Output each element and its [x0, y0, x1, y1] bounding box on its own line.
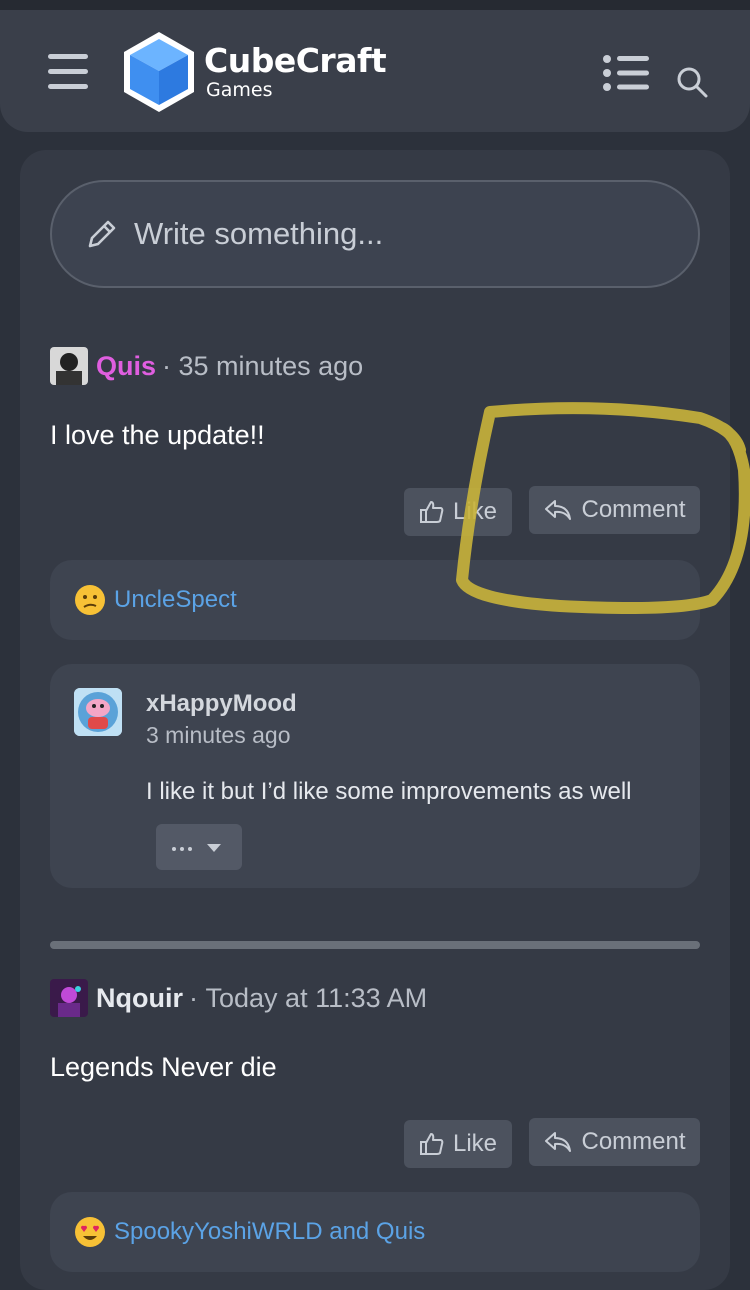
like-button[interactable]: Like: [404, 1120, 512, 1168]
post-time: · 35 minutes ago: [162, 350, 364, 381]
reaction-names[interactable]: UncleSpect: [114, 586, 237, 614]
cube-logo-icon[interactable]: [122, 30, 196, 114]
thumbs-up-icon: [419, 501, 444, 523]
reaction-bar: UncleSpect: [50, 560, 700, 640]
reply-author[interactable]: xHappyMood: [146, 690, 297, 718]
post-time-text: 35 minutes ago: [178, 350, 364, 381]
like-button[interactable]: Like: [404, 488, 512, 536]
brand-name: CubeCraft: [204, 41, 387, 80]
like-label: Like: [452, 498, 498, 525]
post-time: · Today at 11:33 AM: [189, 982, 428, 1013]
reply-box: xHappyMood 3 minutes ago I like it but I…: [50, 664, 700, 888]
reaction-bar: SpookyYoshiWRLD and Quis: [50, 1192, 700, 1272]
comment-button[interactable]: Comment: [529, 486, 700, 534]
post-author[interactable]: Nqouir: [96, 983, 183, 1014]
post-time-text: Today at 11:33 AM: [205, 982, 428, 1013]
app-header: CubeCraft Games: [0, 10, 750, 132]
list-icon[interactable]: [602, 54, 650, 94]
post-text: Legends Never die: [50, 1052, 277, 1082]
comment-label: Comment: [581, 1128, 686, 1155]
reaction-names[interactable]: SpookyYoshiWRLD and Quis: [114, 1218, 425, 1246]
brand[interactable]: CubeCraft Games: [204, 41, 387, 101]
comment-label: Comment: [581, 496, 686, 523]
confused-face-icon: [75, 585, 105, 615]
hamburger-icon[interactable]: [48, 54, 88, 90]
pencil-icon: [88, 220, 116, 248]
heart-eyes-face-icon: [75, 1217, 105, 1247]
more-options-button[interactable]: [156, 824, 242, 870]
more-dots-icon: [172, 844, 221, 852]
reply-text: I like it but I’d like some improvements…: [146, 778, 632, 805]
post-text: I love the update!!: [50, 420, 265, 450]
reply-icon: [545, 500, 572, 520]
status-strip: [0, 0, 750, 10]
post-author[interactable]: Quis: [96, 351, 156, 382]
brand-subtitle: Games: [206, 79, 273, 101]
reply-time: 3 minutes ago: [146, 722, 291, 748]
post-composer[interactable]: Write something...: [50, 180, 700, 288]
search-icon[interactable]: [676, 66, 708, 98]
post-divider: [50, 941, 700, 949]
post-header: Quis · 35 minutes ago: [50, 346, 363, 386]
reply-icon: [545, 1132, 572, 1152]
comment-button[interactable]: Comment: [529, 1118, 700, 1166]
avatar[interactable]: [50, 979, 88, 1017]
like-label: Like: [452, 1130, 498, 1157]
reply-avatar[interactable]: [74, 688, 122, 736]
thumbs-up-icon: [419, 1133, 444, 1155]
post-header: Nqouir · Today at 11:33 AM: [50, 978, 427, 1018]
avatar[interactable]: [50, 347, 88, 385]
composer-placeholder: Write something...: [134, 216, 384, 251]
